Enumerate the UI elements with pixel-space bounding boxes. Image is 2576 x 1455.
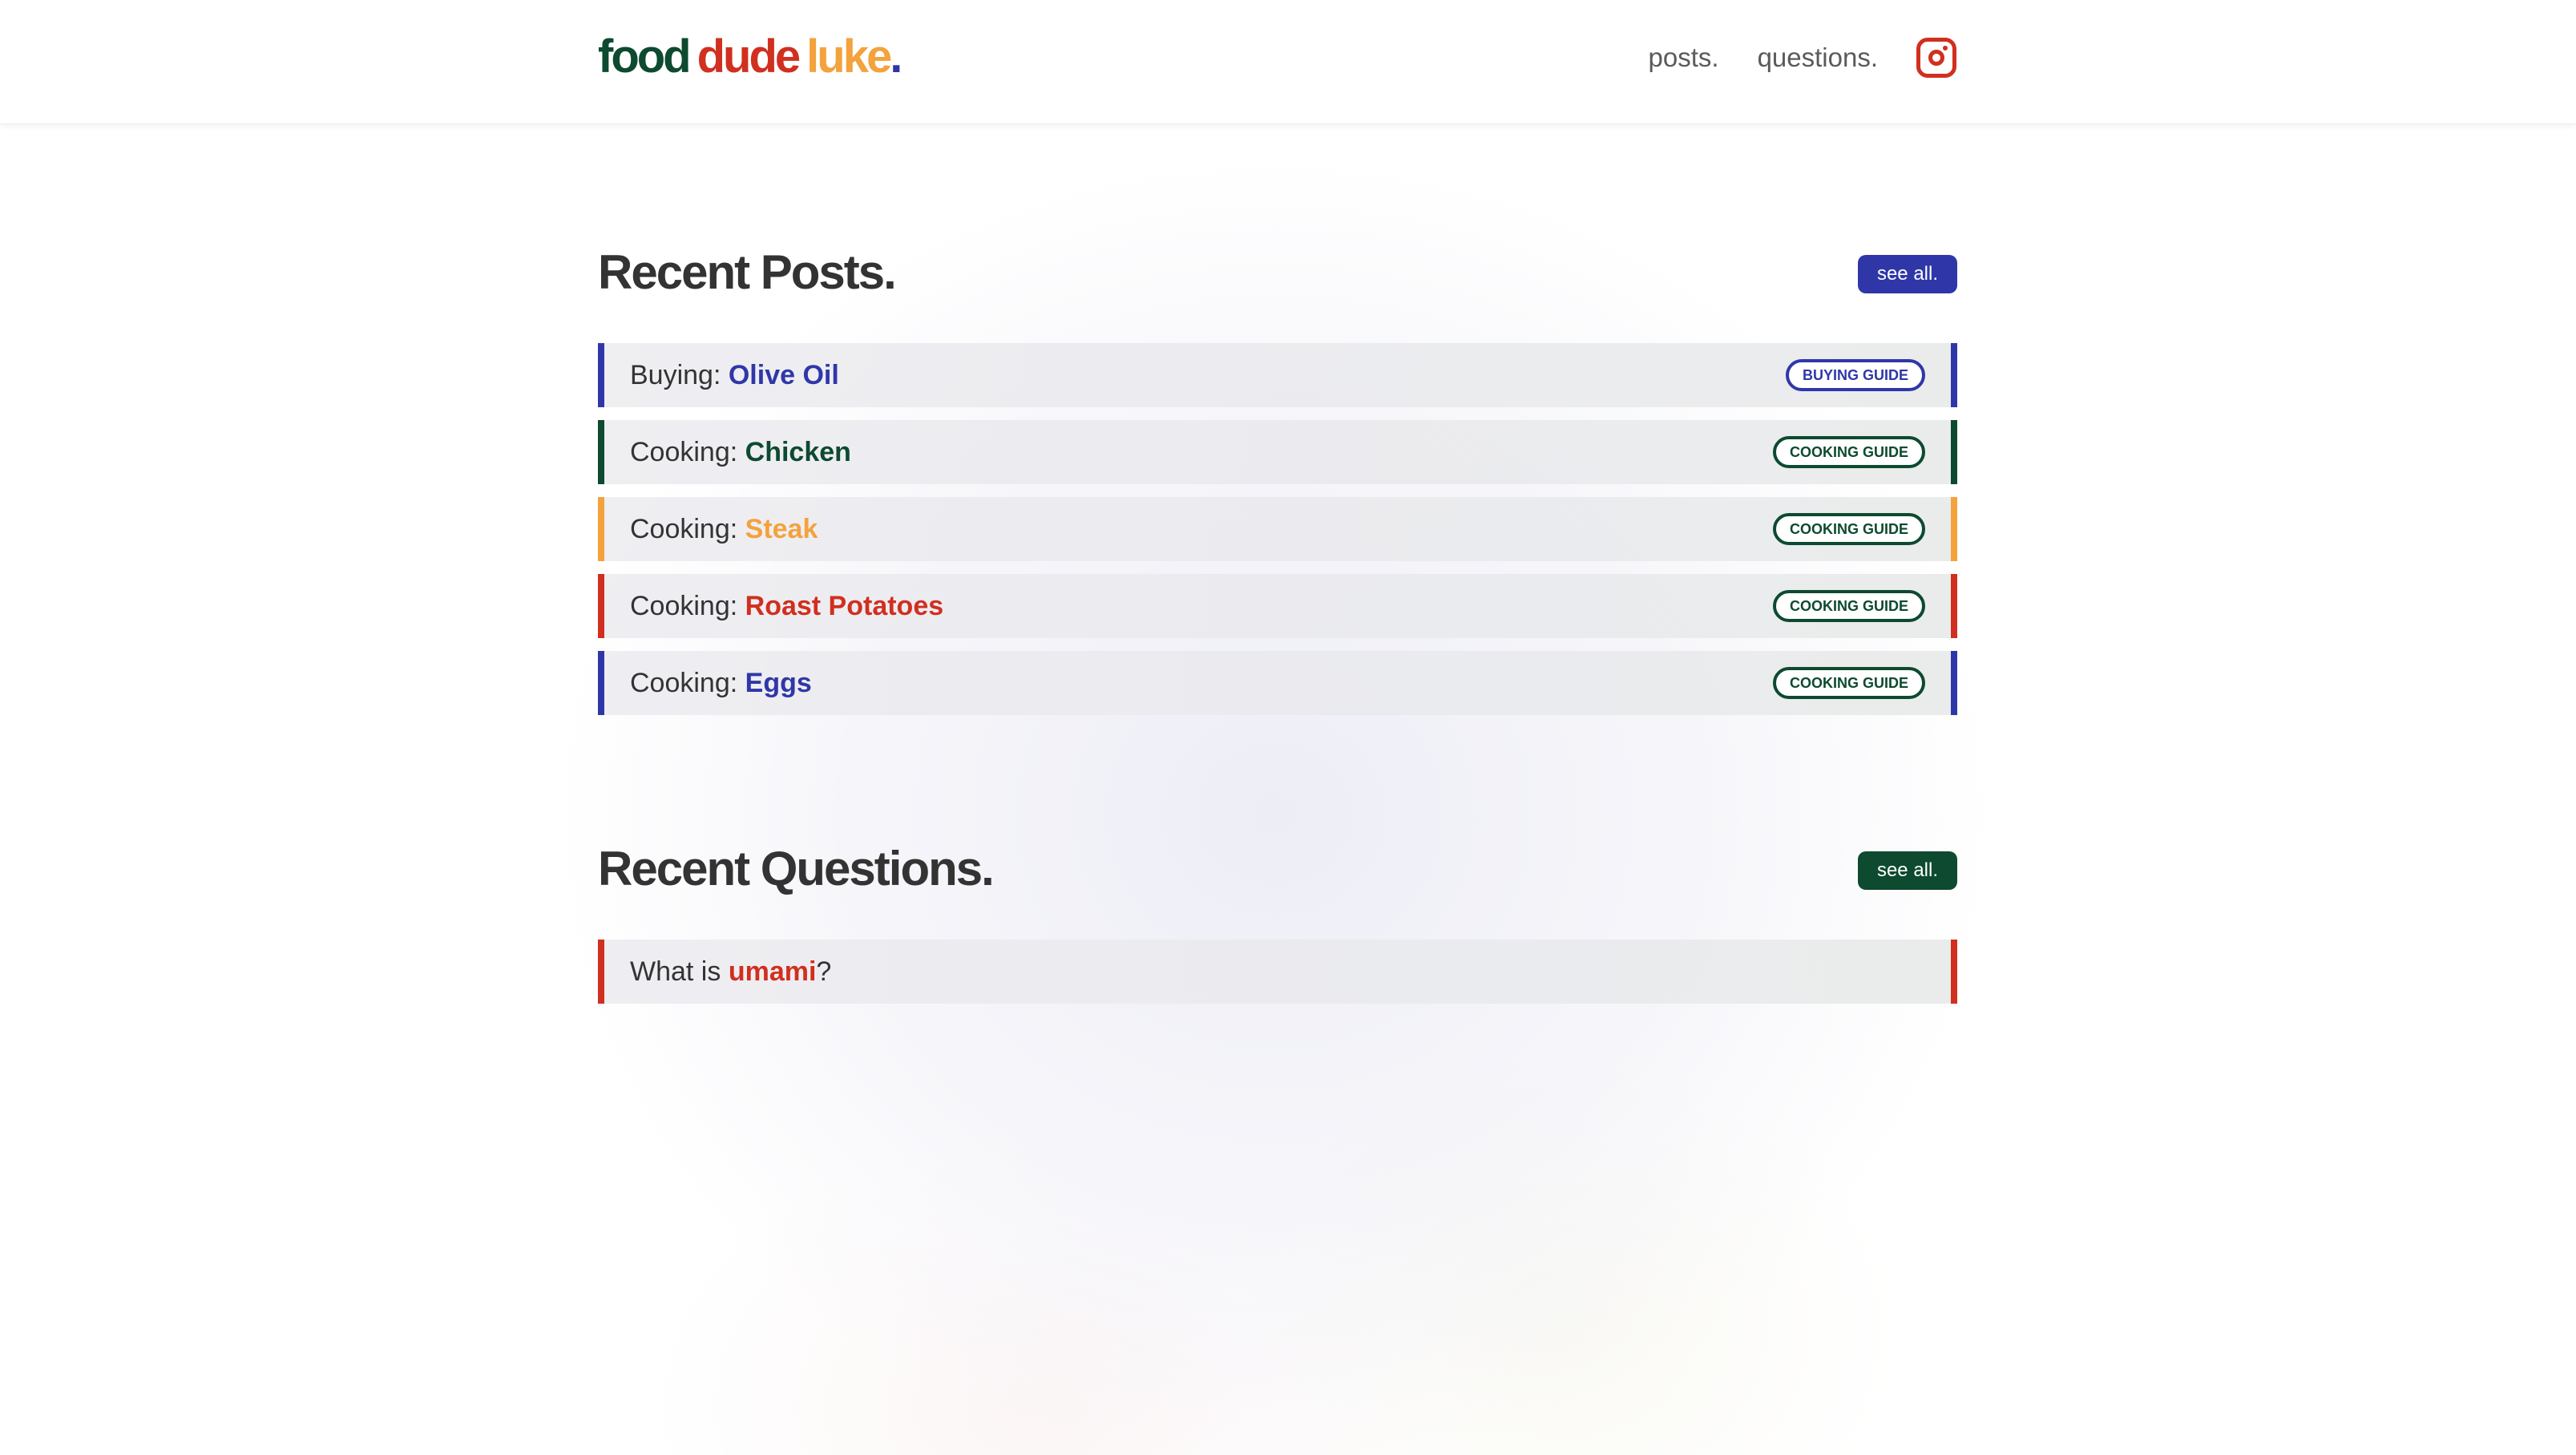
list-item-title: What is umami? — [630, 940, 831, 1004]
list-item[interactable]: Cooking: Roast Potatoes COOKING GUIDE — [598, 574, 1957, 638]
list-item[interactable]: Buying: Olive Oil BUYING GUIDE — [598, 343, 1957, 407]
recent-questions-title: Recent Questions. — [598, 842, 995, 895]
posts-see-all-button[interactable]: see all. — [1857, 255, 1957, 293]
logo-word-luke: luke — [806, 30, 892, 83]
list-item[interactable]: Cooking: Eggs COOKING GUIDE — [598, 651, 1957, 715]
background-glow — [0, 125, 2576, 1455]
recent-posts-title: Recent Posts. — [598, 245, 897, 299]
recent-questions-list: What is umami? — [598, 940, 1957, 1016]
list-item-prefix: Cooking: — [630, 437, 745, 467]
list-item[interactable]: Cooking: Chicken COOKING GUIDE — [598, 420, 1957, 484]
list-item[interactable]: Cooking: Steak COOKING GUIDE — [598, 497, 1957, 561]
nav-link-posts[interactable]: posts. — [1649, 42, 1719, 73]
logo-word-food: food — [598, 30, 692, 83]
list-item-prefix: Buying: — [630, 360, 729, 390]
list-item-prefix: Cooking: — [630, 514, 745, 544]
category-badge: BUYING GUIDE — [1785, 359, 1925, 391]
instagram-icon[interactable] — [1916, 38, 1956, 78]
list-item-suffix: ? — [816, 956, 832, 987]
list-item-highlight: umami — [728, 956, 817, 987]
site-logo[interactable]: food dude luke. — [598, 29, 902, 85]
list-item-highlight: Olive Oil — [728, 360, 839, 390]
list-item-title: Cooking: Steak — [630, 497, 818, 561]
category-badge: COOKING GUIDE — [1772, 667, 1925, 699]
category-badge: COOKING GUIDE — [1772, 513, 1925, 545]
list-item-prefix: Cooking: — [630, 668, 745, 698]
nav-link-questions[interactable]: questions. — [1758, 42, 1878, 73]
list-item-title: Cooking: Roast Potatoes — [630, 574, 943, 638]
list-item-prefix: Cooking: — [630, 591, 745, 621]
category-badge: COOKING GUIDE — [1772, 590, 1925, 622]
list-item-title: Cooking: Eggs — [630, 651, 812, 715]
list-item-prefix: What is — [630, 956, 729, 987]
main-nav: posts. questions. — [1649, 34, 1956, 82]
site-header: food dude luke. posts. questions. — [0, 0, 2576, 124]
list-item-highlight: Roast Potatoes — [745, 591, 944, 621]
list-item[interactable]: What is umami? — [598, 940, 1957, 1004]
list-item-highlight: Steak — [745, 514, 818, 544]
logo-dot: . — [890, 30, 902, 83]
list-item-title: Cooking: Chicken — [630, 420, 851, 484]
recent-posts-list: Buying: Olive Oil BUYING GUIDE Cooking: Ch… — [598, 343, 1957, 728]
list-item-highlight: Eggs — [745, 668, 812, 698]
list-item-title: Buying: Olive Oil — [630, 343, 839, 407]
category-badge: COOKING GUIDE — [1772, 436, 1925, 468]
logo-word-dude: dude — [696, 30, 801, 83]
list-item-highlight: Chicken — [745, 437, 851, 467]
questions-see-all-button[interactable]: see all. — [1857, 851, 1957, 890]
